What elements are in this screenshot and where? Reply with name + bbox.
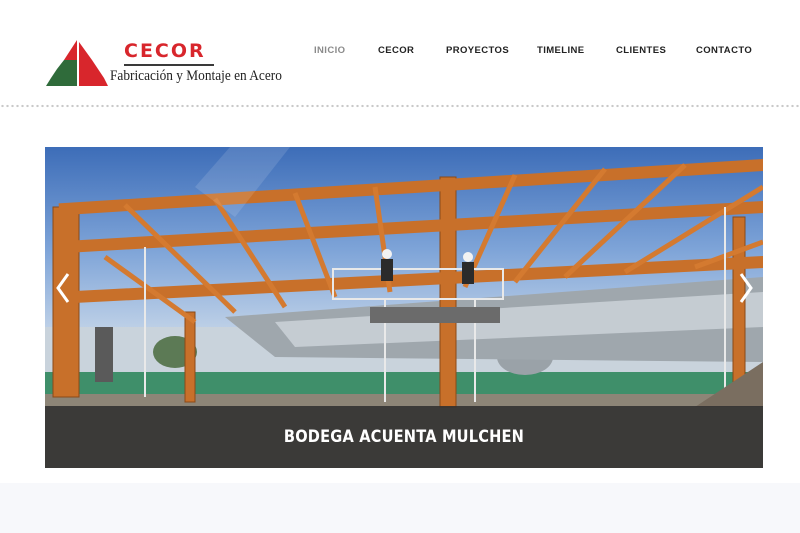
hero-slider[interactable]: BODEGA ACUENTA MULCHEN xyxy=(45,147,763,468)
nav-item-contacto[interactable]: CONTACTO xyxy=(696,45,752,56)
chevron-right-icon xyxy=(739,273,753,303)
slide-caption: BODEGA ACUENTA MULCHEN xyxy=(283,427,525,447)
logo-subtitle: Fabricación y Montaje en Acero xyxy=(110,68,282,84)
page-bottom-band xyxy=(0,483,800,533)
slide-caption-bar: BODEGA ACUENTA MULCHEN xyxy=(45,406,763,468)
nav-item-inicio[interactable]: INICIO xyxy=(314,45,345,56)
logo-underline xyxy=(124,64,214,66)
slider-prev-button[interactable] xyxy=(53,270,73,306)
nav-item-proyectos[interactable]: PROYECTOS xyxy=(446,45,509,56)
nav-item-timeline[interactable]: TIMELINE xyxy=(537,45,585,56)
nav-item-clientes[interactable]: CLIENTES xyxy=(616,45,666,56)
nav-item-cecor[interactable]: CECOR xyxy=(378,45,414,56)
site-header: CECOR Fabricación y Montaje en Acero INI… xyxy=(0,0,800,104)
header-divider xyxy=(0,104,800,108)
main-nav: INICIO CECOR PROYECTOS TIMELINE CLIENTES… xyxy=(0,45,800,59)
chevron-left-icon xyxy=(56,273,70,303)
slider-next-button[interactable] xyxy=(736,270,756,306)
